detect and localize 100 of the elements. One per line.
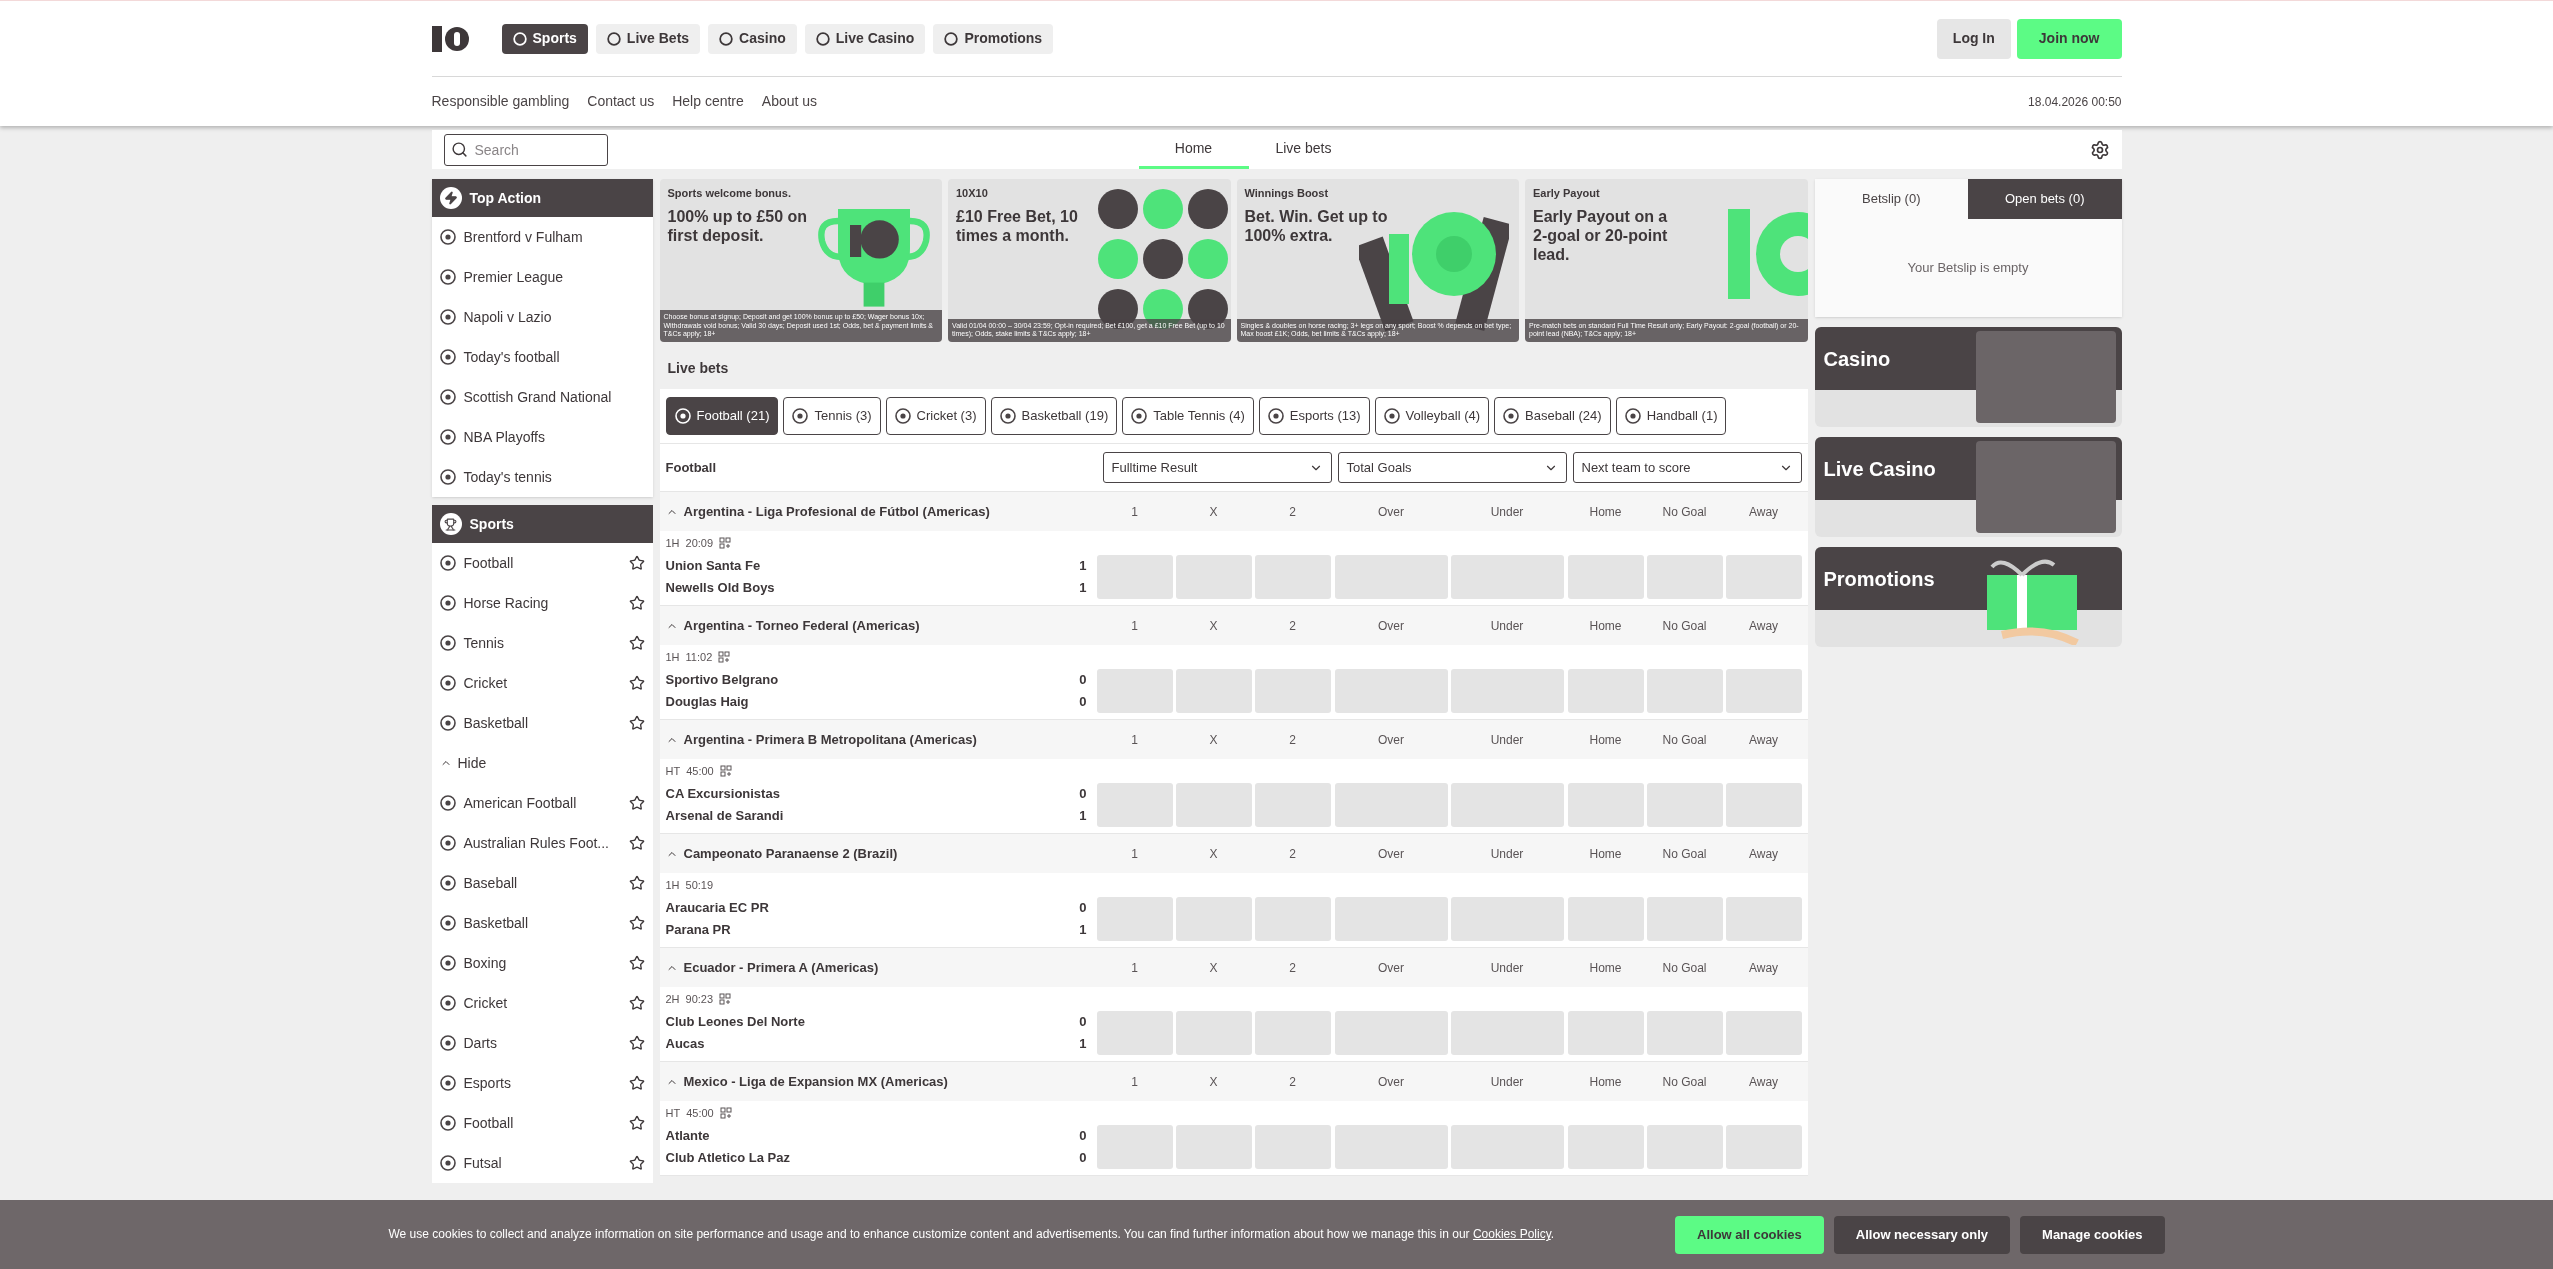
search-field[interactable]: Search — [443, 133, 608, 166]
star-icon[interactable] — [628, 595, 645, 611]
ball-icon — [439, 675, 456, 691]
login-button[interactable]: Log In — [1936, 18, 2011, 59]
star-icon[interactable] — [628, 675, 645, 691]
betslip-tab[interactable]: Betslip (0) — [1814, 179, 1968, 219]
nav-tab[interactable]: Sports — [501, 23, 588, 54]
stats-icon[interactable] — [719, 537, 732, 549]
betslip-tab[interactable]: Open bets (0) — [1968, 179, 2122, 219]
market-dropdown[interactable]: Fulltime Result — [1102, 452, 1332, 483]
sidebar-item[interactable]: Today's football — [431, 337, 653, 377]
ball-icon — [439, 555, 456, 571]
star-icon[interactable] — [628, 835, 645, 851]
sidebar-item[interactable]: NBA Playoffs — [431, 417, 653, 457]
stats-icon[interactable] — [718, 651, 731, 663]
league-header[interactable]: Argentina - Primera B Metropolitana (Americas) 1 X 2 Over Under Home No Goal Away — [659, 720, 1808, 759]
nav-tab[interactable]: Promotions — [933, 23, 1054, 54]
league-header[interactable]: Argentina - Liga Profesional de Fútbol (Americas) 1 X 2 Over Under Home No Goal Away — [659, 492, 1808, 531]
sidebar-item[interactable]: Horse Racing — [431, 583, 653, 623]
column-label: No Goal — [1661, 503, 1708, 521]
column-label: No Goal — [1661, 617, 1708, 635]
sidebar-item[interactable]: Football — [431, 543, 653, 583]
star-icon[interactable] — [628, 995, 645, 1011]
sidebar-item[interactable]: Football — [431, 1103, 653, 1143]
stats-icon[interactable] — [719, 993, 732, 1005]
sidebar-item[interactable]: Today's tennis — [431, 457, 653, 497]
league-header[interactable]: Mexico - Liga de Expansion MX (Americas) 1 X 2 Over Under Home No Goal Away — [659, 1062, 1808, 1101]
market-dropdown[interactable]: Total Goals — [1337, 452, 1567, 483]
league-header[interactable]: Argentina - Torneo Federal (Americas) 1 X 2 Over Under Home No Goal Away — [659, 606, 1808, 645]
sidebar-item[interactable]: Cricket — [431, 663, 653, 703]
sidebar-item[interactable]: Napoli v Lazio — [431, 297, 653, 337]
sidebar-item[interactable]: Darts — [431, 1023, 653, 1063]
star-icon[interactable] — [628, 555, 645, 571]
sidebar-item[interactable]: Basketball — [431, 903, 653, 943]
footer-link[interactable]: Contact us — [587, 91, 655, 112]
sport-filter-chip[interactable]: Tennis (3) — [783, 397, 881, 435]
nav-icon — [719, 31, 734, 46]
star-icon[interactable] — [628, 1115, 645, 1131]
sport-filter-chip[interactable]: Table Tennis (4) — [1122, 397, 1254, 435]
page-tab[interactable]: Live bets — [1248, 130, 1359, 169]
sidebar-item[interactable]: Premier League — [431, 257, 653, 297]
cookie-button[interactable]: Allow all cookies — [1675, 1215, 1824, 1254]
stats-icon[interactable] — [719, 765, 732, 777]
sport-filter-chip[interactable]: Football (21) — [665, 397, 779, 435]
column-label: Over — [1377, 503, 1405, 521]
sidebar-item[interactable]: Tennis — [431, 623, 653, 663]
sidebar-item[interactable]: Futsal — [431, 1143, 653, 1183]
star-icon[interactable] — [628, 1035, 645, 1051]
sport-filter-chip[interactable]: Volleyball (4) — [1374, 397, 1490, 435]
team-name: Douglas Haig — [665, 693, 749, 712]
footer-link[interactable]: Help centre — [672, 91, 744, 112]
nav-tab[interactable]: Live Casino — [804, 23, 926, 54]
team-score: 0 — [1079, 1149, 1087, 1168]
sport-filter-chip[interactable]: Basketball (19) — [990, 397, 1118, 435]
star-icon[interactable] — [628, 1075, 645, 1091]
sport-filter-chip[interactable]: Cricket (3) — [885, 397, 986, 435]
promo-card[interactable]: Casino — [1814, 327, 2122, 427]
cookie-button[interactable]: Manage cookies — [2020, 1215, 2165, 1254]
sidebar-item[interactable]: Baseball — [431, 863, 653, 903]
footer-link[interactable]: About us — [761, 91, 818, 112]
join-button[interactable]: Join now — [2016, 18, 2122, 59]
sport-filter-chip[interactable]: Esports (13) — [1258, 397, 1370, 435]
sport-filter-chip[interactable]: Handball (1) — [1615, 397, 1727, 435]
page-tab[interactable]: Home — [1138, 130, 1249, 169]
cookies-policy-link[interactable]: Cookies Policy — [1472, 1227, 1551, 1242]
league-header[interactable]: Campeonato Paranaense 2 (Brazil) 1 X 2 Over Under Home No Goal Away — [659, 834, 1808, 873]
hide-toggle[interactable]: Hide — [431, 743, 653, 783]
promo-card[interactable]: Live Casino — [1814, 437, 2122, 537]
ball-icon — [1383, 408, 1400, 424]
promo-banner[interactable] — [659, 179, 942, 342]
star-icon[interactable] — [628, 715, 645, 731]
market-dropdown[interactable]: Next team to score — [1572, 452, 1802, 483]
promo-card[interactable]: Promotions — [1814, 547, 2122, 647]
sidebar-item[interactable]: Cricket — [431, 983, 653, 1023]
star-icon[interactable] — [628, 795, 645, 811]
sidebar-item[interactable]: Brentford v Fulham — [431, 217, 653, 257]
star-icon[interactable] — [628, 635, 645, 651]
star-icon[interactable] — [628, 955, 645, 971]
promo-title: Promotions — [1823, 566, 1935, 592]
column-label: Under — [1489, 1073, 1525, 1091]
sidebar-item[interactable]: Boxing — [431, 943, 653, 983]
sidebar-item[interactable]: Australian Rules Foot... — [431, 823, 653, 863]
nav-tab[interactable]: Live Bets — [595, 23, 701, 54]
sidebar-item[interactable]: Esports — [431, 1063, 653, 1103]
league-header[interactable]: Ecuador - Primera A (Americas) 1 X 2 Over Under Home No Goal Away — [659, 948, 1808, 987]
cookie-button[interactable]: Allow necessary only — [1833, 1215, 2011, 1254]
match-clock: 20:09 — [685, 535, 714, 551]
nav-tab[interactable]: Casino — [708, 23, 797, 54]
stats-icon[interactable] — [719, 1107, 732, 1119]
sidebar-item[interactable]: Basketball — [431, 703, 653, 743]
star-icon[interactable] — [628, 915, 645, 931]
settings-icon[interactable] — [2089, 139, 2110, 160]
star-icon[interactable] — [628, 1155, 645, 1171]
sidebar-item[interactable]: American Football — [431, 783, 653, 823]
sport-filter-chip[interactable]: Baseball (24) — [1494, 397, 1611, 435]
sidebar-item[interactable]: Scottish Grand National — [431, 377, 653, 417]
nav-icon — [512, 31, 527, 46]
footer-link[interactable]: Responsible gambling — [431, 91, 570, 112]
star-icon[interactable] — [628, 875, 645, 891]
team-score: 0 — [1079, 1013, 1087, 1032]
